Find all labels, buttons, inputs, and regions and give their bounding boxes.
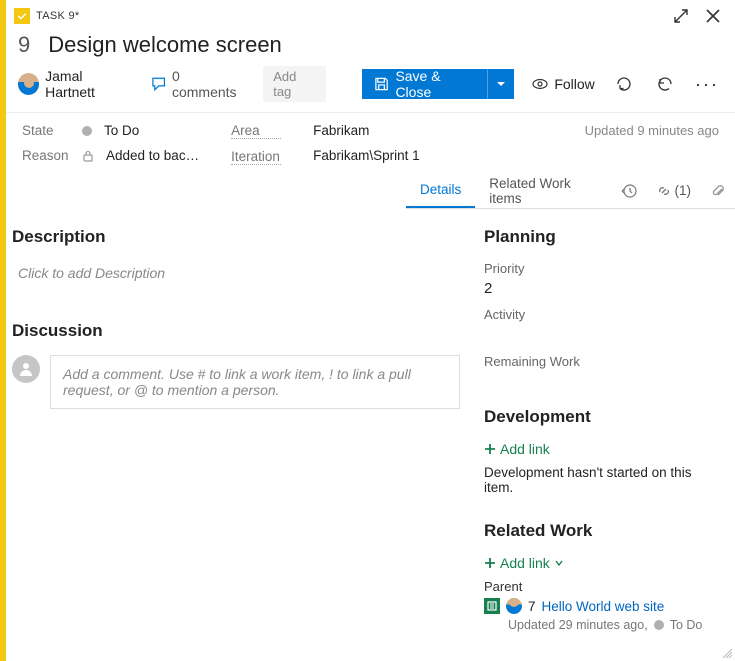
iteration-value[interactable]: Fabrikam\Sprint 1 (313, 148, 420, 163)
priority-label: Priority (484, 261, 719, 276)
parent-work-item[interactable]: 7 Hello World web site (484, 598, 719, 614)
activity-label: Activity (484, 307, 719, 322)
task-type-label: TASK 9* (36, 10, 79, 22)
save-dropdown-button[interactable] (487, 69, 514, 99)
plus-icon (484, 443, 496, 455)
development-heading: Development (484, 407, 719, 427)
close-icon[interactable] (703, 6, 723, 26)
comments-count[interactable]: 0 comments (151, 68, 246, 100)
reason-value[interactable]: Added to bac… (106, 148, 199, 163)
undo-button[interactable] (654, 72, 677, 96)
add-tag-button[interactable]: Add tag (263, 66, 326, 102)
parent-label: Parent (484, 579, 719, 594)
avatar (506, 598, 522, 614)
workitem-title[interactable]: Design welcome screen (48, 32, 719, 58)
parent-title-link[interactable]: Hello World web site (542, 599, 665, 614)
assignee-name: Jamal Hartnett (45, 68, 132, 100)
parent-state: To Do (670, 618, 703, 632)
updated-timestamp: Updated 9 minutes ago (585, 123, 719, 138)
refresh-button[interactable] (613, 72, 636, 96)
resize-grip-icon[interactable] (721, 647, 733, 659)
area-label: Area (231, 123, 281, 139)
eye-icon (532, 76, 548, 92)
discussion-heading: Discussion (12, 321, 460, 341)
iteration-label: Iteration (231, 149, 281, 165)
plus-icon (484, 557, 496, 569)
workitem-id: 9 (18, 32, 30, 58)
remaining-work-label: Remaining Work (484, 354, 719, 369)
priority-value[interactable]: 2 (484, 280, 719, 297)
tab-links[interactable]: (1) (647, 173, 702, 208)
history-icon (621, 183, 637, 199)
tab-attachments[interactable] (701, 173, 735, 208)
undo-icon (656, 75, 674, 93)
avatar (18, 73, 39, 95)
tab-history[interactable] (611, 173, 647, 208)
discussion-input[interactable]: Add a comment. Use # to link a work item… (50, 355, 460, 409)
state-label: State (22, 123, 70, 138)
area-value[interactable]: Fabrikam (313, 123, 369, 138)
chevron-down-icon (496, 79, 506, 89)
tab-details[interactable]: Details (406, 173, 475, 208)
pbi-icon (484, 598, 500, 614)
state-dot-icon (82, 126, 92, 136)
description-input[interactable]: Click to add Description (12, 261, 460, 285)
tab-related-work-items[interactable]: Related Work items (475, 173, 610, 208)
development-add-link[interactable]: Add link (484, 441, 719, 457)
parent-updated: Updated 29 minutes ago, (508, 618, 648, 632)
description-heading: Description (12, 227, 460, 247)
refresh-icon (615, 75, 633, 93)
fullscreen-icon[interactable] (671, 6, 691, 26)
chevron-down-icon (554, 558, 564, 568)
assignee-picker[interactable]: Jamal Hartnett (18, 68, 133, 100)
link-icon (657, 184, 671, 198)
save-icon (374, 76, 389, 92)
related-work-add-link[interactable]: Add link (484, 555, 719, 571)
reason-label: Reason (22, 148, 70, 163)
task-type-icon (14, 8, 30, 24)
user-avatar-placeholder (12, 355, 40, 383)
state-dot-icon (654, 620, 664, 630)
save-close-button[interactable]: Save & Close (362, 69, 514, 99)
parent-id: 7 (528, 599, 536, 614)
comment-icon (151, 76, 166, 92)
state-value[interactable]: To Do (104, 123, 139, 138)
lock-icon (82, 150, 94, 162)
development-note: Development hasn't started on this item. (484, 465, 719, 495)
attachment-icon (711, 184, 725, 198)
more-actions-button[interactable]: ··· (695, 74, 719, 95)
related-work-heading: Related Work (484, 521, 719, 541)
follow-button[interactable]: Follow (532, 76, 594, 92)
planning-heading: Planning (484, 227, 719, 247)
